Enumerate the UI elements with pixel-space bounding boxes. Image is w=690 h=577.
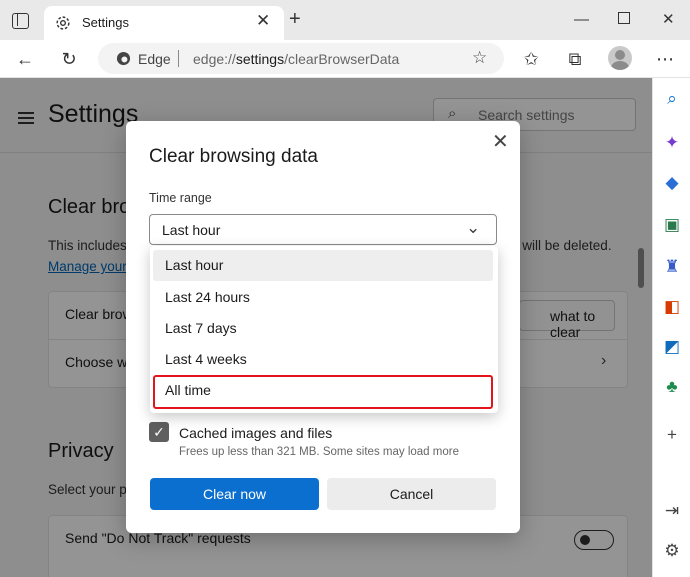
add-icon[interactable]: + <box>661 424 683 446</box>
option-last-hour[interactable]: Last hour <box>153 250 493 281</box>
cancel-button[interactable]: Cancel <box>327 478 496 510</box>
toolbar: ← ↻ Edge edge://settings/clearBrowserDat… <box>0 40 690 78</box>
chevron-down-icon: ⌄ <box>466 218 481 237</box>
cached-images-label: Cached images and files <box>179 425 333 441</box>
address-separator <box>178 50 179 67</box>
cached-images-description: Frees up less than 321 MB. Some sites ma… <box>179 446 459 458</box>
option-last-24-hours[interactable]: Last 24 hours <box>153 282 493 313</box>
time-range-dropdown: Last hour Last 24 hours Last 7 days Last… <box>150 246 498 413</box>
option-last-4-weeks[interactable]: Last 4 weeks <box>153 344 493 375</box>
sidebar-settings-icon[interactable]: ⚙ <box>661 540 683 562</box>
dialog-title: Clear browsing data <box>149 146 318 167</box>
edge-sidebar: ⌕ ✦ ◆ ▣ ♜ ◧ ◩ ♣ + ⇥ ⚙ <box>652 78 690 577</box>
add-favorite-icon[interactable]: ☆ <box>472 48 487 68</box>
back-icon[interactable]: ← <box>14 48 36 70</box>
avatar[interactable] <box>608 46 632 70</box>
tab-settings[interactable]: Settings ✕ <box>44 6 284 40</box>
games-icon[interactable]: ♜ <box>661 256 683 278</box>
close-tab-icon[interactable]: ✕ <box>256 11 270 31</box>
more-icon[interactable]: ⋯ <box>654 48 676 70</box>
option-last-7-days[interactable]: Last 7 days <box>153 313 493 344</box>
shopping-tag-icon[interactable]: ◆ <box>661 172 683 194</box>
office-icon[interactable]: ◧ <box>661 296 683 318</box>
maximize-icon[interactable] <box>618 12 630 24</box>
new-tab-icon[interactable]: + <box>289 9 301 29</box>
refresh-icon[interactable]: ↻ <box>58 48 80 70</box>
cached-images-checkbox[interactable]: ✓ <box>149 422 169 442</box>
tab-title: Settings <box>82 15 129 30</box>
address-bar[interactable]: Edge edge://settings/clearBrowserData ☆ <box>98 43 504 74</box>
favorites-icon[interactable]: ✩ <box>520 48 542 70</box>
copilot-icon[interactable]: ✦ <box>661 132 683 154</box>
collapse-sidebar-icon[interactable]: ⇥ <box>661 500 683 522</box>
tools-icon[interactable]: ▣ <box>661 214 683 236</box>
close-window-icon[interactable]: ✕ <box>662 12 675 27</box>
edge-icon <box>116 51 131 66</box>
time-range-select[interactable]: Last hour ⌄ <box>149 214 497 245</box>
address-site-label: Edge <box>138 51 171 67</box>
clear-now-button[interactable]: Clear now <box>150 478 319 510</box>
tab-actions-icon[interactable] <box>12 13 29 29</box>
close-icon[interactable]: ✕ <box>492 129 509 154</box>
time-range-value: Last hour <box>162 222 221 238</box>
time-range-label: Time range <box>149 191 212 205</box>
option-all-time[interactable]: All time <box>153 375 493 409</box>
address-url: edge://settings/clearBrowserData <box>193 51 400 67</box>
search-icon[interactable]: ⌕ <box>661 88 683 110</box>
gear-icon <box>56 16 70 30</box>
minimize-icon[interactable]: — <box>574 12 589 27</box>
outlook-icon[interactable]: ◩ <box>661 336 683 358</box>
title-bar: Settings ✕ + — ✕ <box>0 0 690 40</box>
tree-icon[interactable]: ♣ <box>661 376 683 398</box>
collections-icon[interactable]: ⧉ <box>564 48 586 70</box>
